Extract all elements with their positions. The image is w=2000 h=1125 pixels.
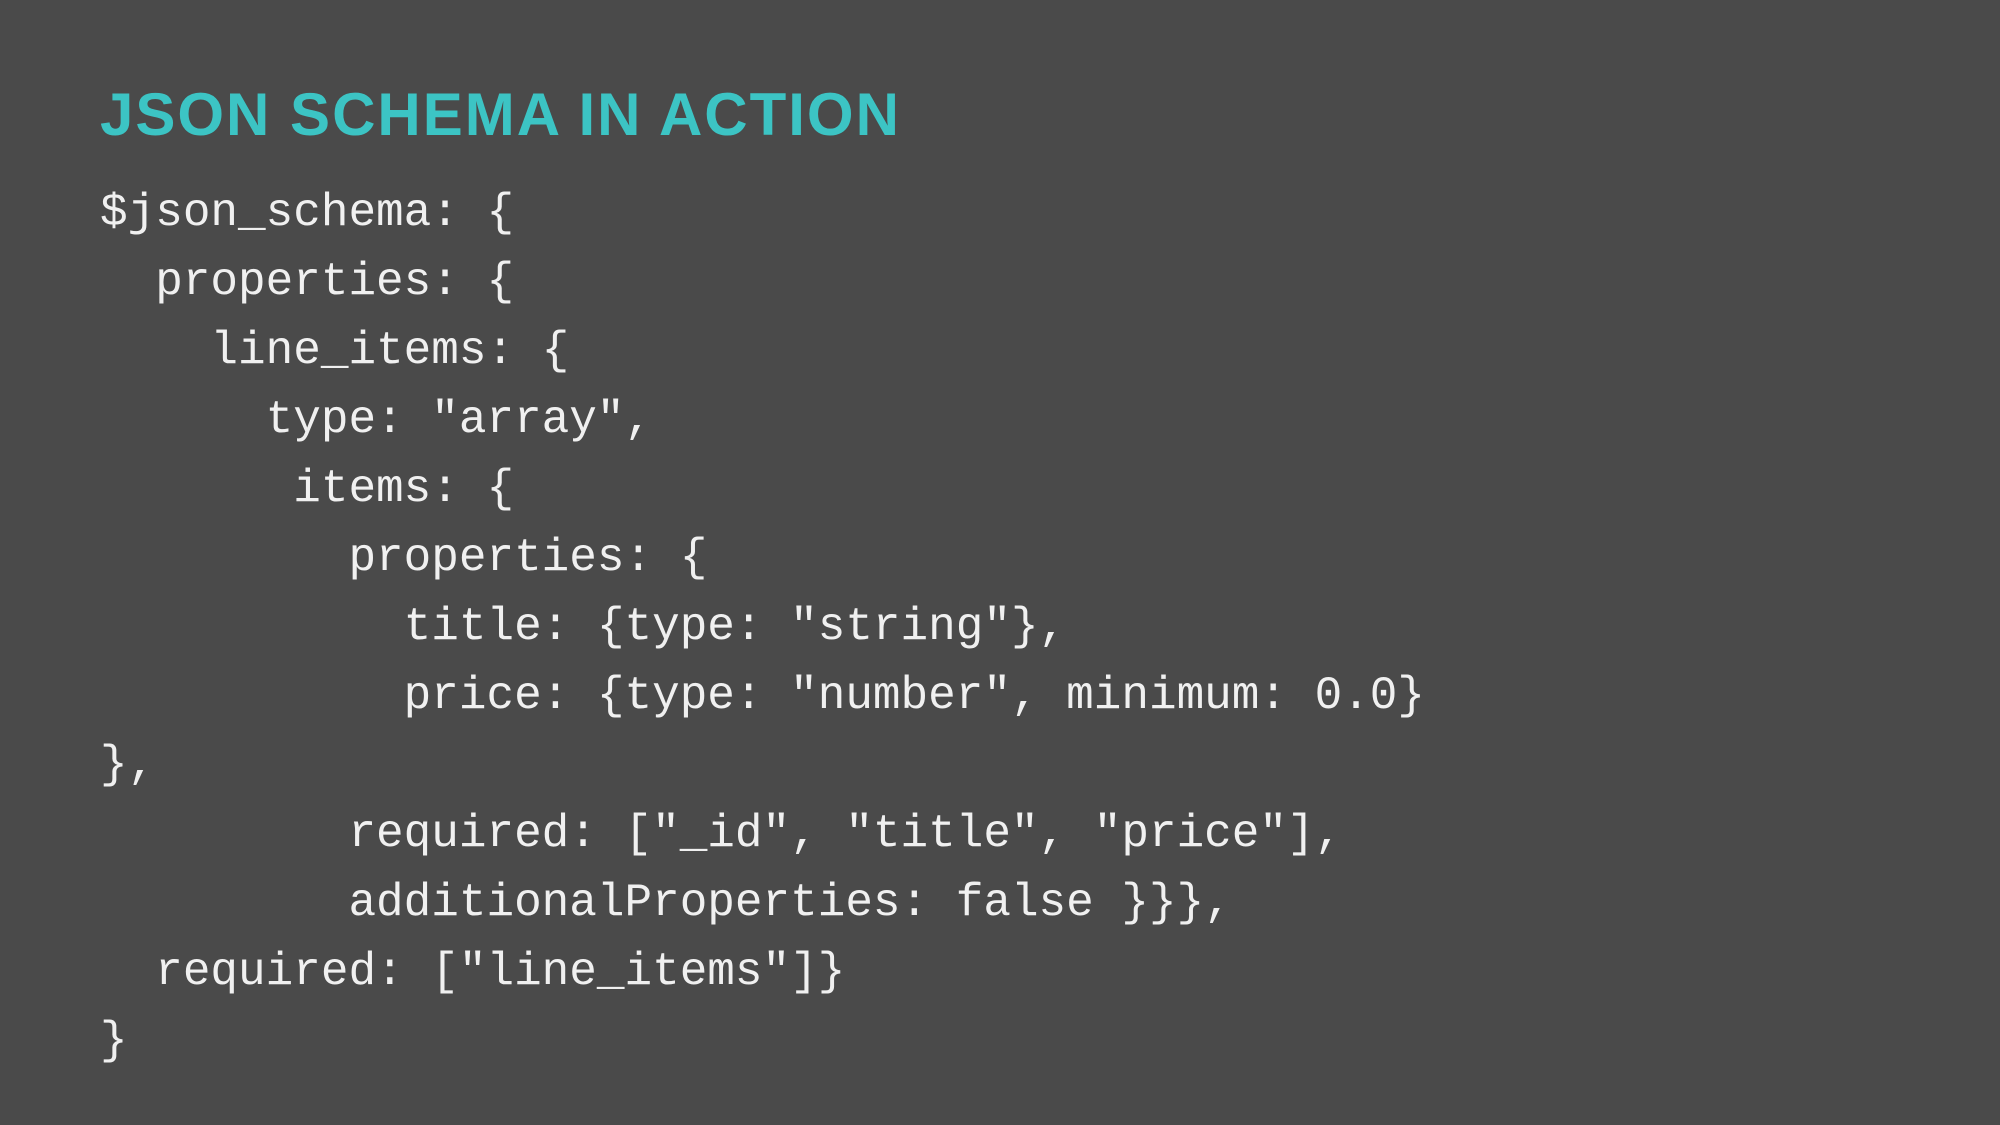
code-block: $json_schema: { properties: { line_items… [100,179,1900,1076]
slide-title: JSON SCHEMA IN ACTION [100,80,1900,149]
